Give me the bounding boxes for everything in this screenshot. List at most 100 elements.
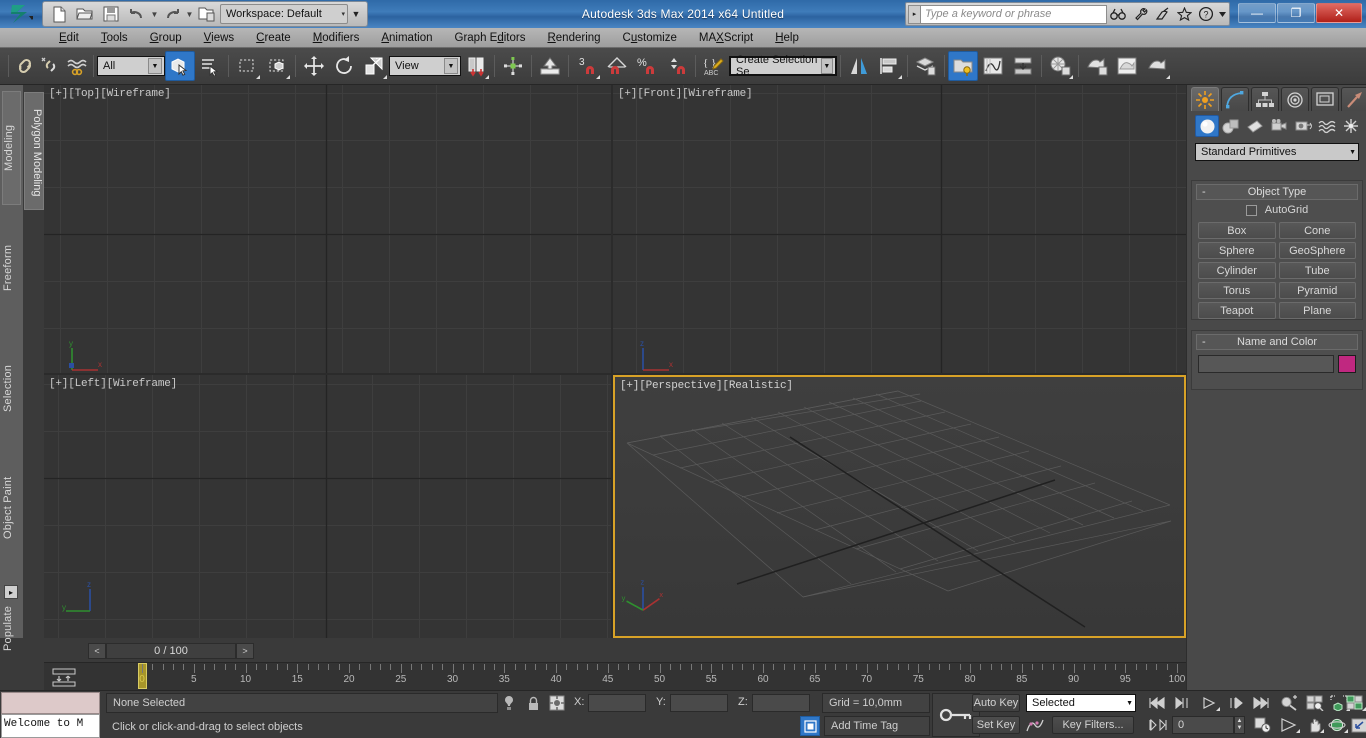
menu-item-animation[interactable]: Animation xyxy=(370,30,443,46)
x-field[interactable] xyxy=(588,694,646,712)
systems-icon[interactable] xyxy=(1339,115,1363,137)
minimize-button[interactable]: — xyxy=(1238,3,1276,23)
render-setup-icon[interactable] xyxy=(1082,51,1112,81)
select-link-icon[interactable] xyxy=(12,51,38,81)
set-key-button[interactable]: Set Key xyxy=(972,716,1020,734)
help-icon[interactable]: ? xyxy=(1195,4,1217,24)
menu-item-create[interactable]: Create xyxy=(245,30,302,46)
name-and-color-header[interactable]: - Name and Color xyxy=(1196,334,1358,350)
mirror-icon[interactable] xyxy=(844,51,874,81)
viewport-top[interactable]: [+][Top][Wireframe] y x xyxy=(44,85,611,373)
menu-item-maxscript[interactable]: MAXScript xyxy=(688,30,764,46)
track-bar[interactable]: 0 5 10 15 20 25 30 35 40 45 50 55 60 65 70 75 80 85 90 95 10… xyxy=(44,662,1186,690)
time-slider-prev-button[interactable]: < xyxy=(88,643,106,659)
select-object-icon[interactable] xyxy=(165,51,195,81)
viewport-front[interactable]: [+][Front][Wireframe] z x xyxy=(613,85,1186,373)
edit-named-selection-sets-icon[interactable]: { } ABC xyxy=(699,51,729,81)
time-slider-next-button[interactable]: > xyxy=(236,643,254,659)
object-color-swatch[interactable] xyxy=(1338,355,1356,373)
menu-item-tools[interactable]: Tools xyxy=(90,30,139,46)
menu-item-modifiers[interactable]: Modifiers xyxy=(302,30,371,46)
create-tab[interactable] xyxy=(1191,87,1219,111)
object-type-cylinder[interactable]: Cylinder xyxy=(1198,262,1276,279)
open-mini-curve-editor-icon[interactable] xyxy=(50,666,78,688)
close-button[interactable]: ✕ xyxy=(1316,3,1362,23)
chevron-down-icon[interactable]: ▼ xyxy=(444,58,458,74)
rendered-frame-window-icon[interactable] xyxy=(1112,51,1142,81)
lights-icon[interactable] xyxy=(1243,115,1267,137)
menu-item-views[interactable]: Views xyxy=(193,30,245,46)
hierarchy-tab[interactable] xyxy=(1251,87,1279,111)
play-animation-icon[interactable] xyxy=(1198,694,1220,712)
key-selection-list-combo[interactable]: Selected ▼ xyxy=(1026,694,1136,712)
search-flyout-arrow[interactable]: ▸ xyxy=(908,4,921,24)
binoculars-icon[interactable] xyxy=(1107,4,1129,24)
collapse-glyph[interactable]: - xyxy=(1202,186,1206,198)
current-frame-spinner[interactable]: ▲ ▼ xyxy=(1234,716,1245,734)
motion-tab[interactable] xyxy=(1281,87,1309,111)
ribbon-tab-modeling[interactable]: Modeling xyxy=(2,91,21,205)
y-field[interactable] xyxy=(670,694,728,712)
previous-frame-icon[interactable] xyxy=(1172,694,1194,712)
maxscript-mini-listener[interactable] xyxy=(1,692,100,714)
select-and-manipulate-icon[interactable] xyxy=(498,51,528,81)
viewport-label-front[interactable]: [+][Front][Wireframe] xyxy=(618,88,753,100)
zoom-all-icon[interactable] xyxy=(1304,694,1326,712)
next-frame-icon[interactable] xyxy=(1224,694,1246,712)
key-mode-toggle-icon[interactable] xyxy=(1146,716,1170,734)
spinner-up-arrow[interactable]: ▲ xyxy=(1237,718,1243,725)
field-of-view-icon[interactable] xyxy=(1278,716,1300,734)
menu-item-customize[interactable]: Customize xyxy=(612,30,688,46)
satellite-icon[interactable] xyxy=(1151,4,1173,24)
polygon-modeling-tab[interactable]: Polygon Modeling xyxy=(24,92,44,210)
time-slider-frame-field[interactable]: 0 / 100 xyxy=(106,643,236,659)
current-frame-field[interactable]: 0 xyxy=(1172,716,1234,734)
pan-view-icon[interactable] xyxy=(1302,716,1324,734)
object-type-box[interactable]: Box xyxy=(1198,222,1276,239)
utilities-tab[interactable] xyxy=(1341,87,1366,111)
select-and-rotate-icon[interactable] xyxy=(329,51,359,81)
viewport-label-perspective[interactable]: [+][Perspective][Realistic] xyxy=(620,380,793,392)
curve-editor-icon[interactable] xyxy=(978,51,1008,81)
cameras-icon[interactable] xyxy=(1267,115,1291,137)
autogrid-checkbox[interactable] xyxy=(1245,204,1257,216)
unlink-icon[interactable] xyxy=(38,51,64,81)
auto-key-button[interactable]: Auto Key xyxy=(972,694,1020,712)
snaps-toggle-icon[interactable]: 3 xyxy=(572,51,602,81)
zoom-icon[interactable] xyxy=(1278,694,1300,712)
modify-tab[interactable] xyxy=(1221,87,1249,111)
ribbon-tab-selection[interactable]: Selection xyxy=(2,331,21,445)
isolate-selection-icon[interactable] xyxy=(500,694,518,712)
time-configuration-icon[interactable] xyxy=(1252,716,1274,734)
chevron-down-icon[interactable]: ▼ xyxy=(1126,700,1133,707)
rectangular-selection-region-icon[interactable] xyxy=(232,51,262,81)
star-icon[interactable] xyxy=(1173,4,1195,24)
window-crossing-icon[interactable] xyxy=(262,51,292,81)
ribbon-expand-handle[interactable]: ▸ xyxy=(4,585,18,599)
select-and-scale-icon[interactable] xyxy=(359,51,389,81)
scene-explorer-icon[interactable] xyxy=(948,51,978,81)
viewport-perspective[interactable]: [+][Perspective][Realistic] z x y xyxy=(613,375,1186,638)
geometry-icon[interactable] xyxy=(1195,115,1219,137)
selection-filter-combo[interactable]: All ▼ xyxy=(97,56,165,76)
absolute-relative-transform-toggle-icon[interactable] xyxy=(548,694,566,712)
key-filters-button[interactable]: Key Filters... xyxy=(1052,716,1134,734)
ribbon-tab-object-paint[interactable]: Object Paint xyxy=(2,451,21,565)
display-tab[interactable] xyxy=(1311,87,1339,111)
chevron-down-icon[interactable]: ▼ xyxy=(148,58,162,74)
object-type-sphere[interactable]: Sphere xyxy=(1198,242,1276,259)
menu-item-grapheditors[interactable]: Graph Editors xyxy=(444,30,537,46)
lock-selection-icon[interactable] xyxy=(524,694,542,712)
render-production-icon[interactable] xyxy=(1142,51,1172,81)
go-to-start-icon[interactable] xyxy=(1146,694,1168,712)
adaptive-degradation-toggle-icon[interactable] xyxy=(800,716,820,736)
primitive-category-combo[interactable]: Standard Primitives ▼ xyxy=(1195,143,1359,161)
object-type-cone[interactable]: Cone xyxy=(1278,222,1356,239)
z-field[interactable] xyxy=(752,694,810,712)
shapes-icon[interactable] xyxy=(1219,115,1243,137)
object-type-plane[interactable]: Plane xyxy=(1278,302,1356,319)
menu-item-group[interactable]: Group xyxy=(139,30,193,46)
set-key-curve-icon[interactable] xyxy=(1024,716,1046,734)
zoom-extents-all-icon[interactable] xyxy=(1344,694,1366,712)
chevron-down-icon[interactable]: ▼ xyxy=(820,58,833,74)
